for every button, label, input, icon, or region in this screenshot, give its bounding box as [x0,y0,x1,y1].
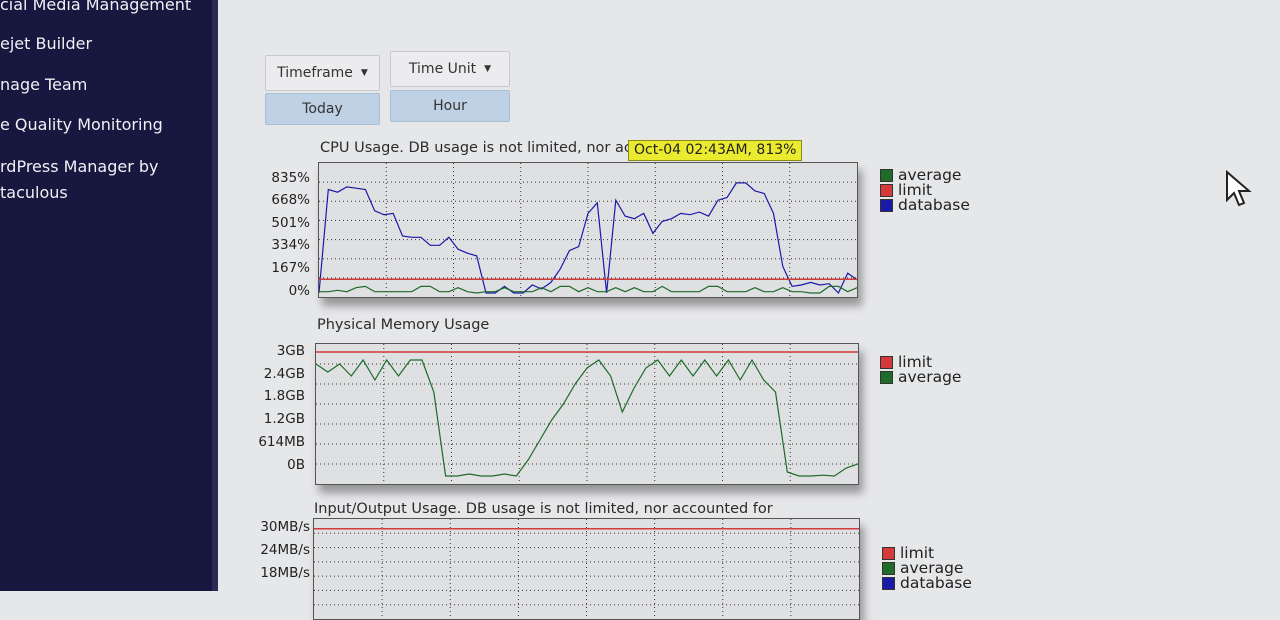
y-tick-label: 835% [271,170,310,186]
time-unit-dropdown[interactable]: Time Unit ▼ [390,51,510,87]
y-tick-label: 501% [271,215,310,231]
chart-title: Physical Memory Usage [317,317,490,333]
y-tick-label: 2.4GB [263,366,305,382]
legend-item-average: average [880,368,962,386]
hour-button[interactable]: Hour [390,90,510,122]
legend-swatch [880,371,893,384]
sidebar-item-softaculous: taculous [0,183,68,202]
timeframe-label: Timeframe [277,65,353,81]
legend-swatch [880,356,893,369]
today-button[interactable]: Today [265,93,380,125]
y-tick-label: 30MB/s [260,519,310,535]
chart-legend: limit average database [882,545,972,592]
y-tick-label: 614MB [258,434,305,450]
legend-swatch [880,169,893,182]
y-tick-label: 1.2GB [263,411,305,427]
y-tick-label: 3GB [276,343,305,359]
legend-label: database [900,574,972,592]
timeframe-dropdown[interactable]: Timeframe ▼ [265,55,380,91]
y-tick-label: 18MB/s [260,565,310,581]
sidebar-item-wordpress-manager[interactable]: rdPress Manager by [0,154,159,180]
legend-swatch [882,547,895,560]
chart-title: Input/Output Usage. DB usage is not limi… [314,501,773,517]
legend-label: database [898,196,970,214]
y-tick-label: 0% [288,283,310,299]
chart-legend: limit average [880,354,962,386]
mouse-cursor-icon [1226,170,1252,207]
series-average-line [316,358,858,477]
legend-swatch [880,199,893,212]
chart-plot-area [318,162,858,298]
sidebar: cial Media Management ejet Builder nage … [0,0,218,591]
chart-plot-area [315,343,859,485]
legend-swatch [880,184,893,197]
legend-label: average [898,368,962,386]
sidebar-item-manage-team[interactable]: nage Team [0,72,87,98]
caret-down-icon: ▼ [484,64,492,74]
y-tick-label: 0B [287,457,305,473]
sidebar-item-quality-monitoring[interactable]: e Quality Monitoring [0,112,163,138]
caret-down-icon: ▼ [360,68,368,78]
sidebar-item-social-media[interactable]: cial Media Management [0,0,191,18]
y-tick-label: 668% [271,192,310,208]
time-unit-label: Time Unit [408,61,477,77]
legend-item-database: database [880,196,970,214]
chart-plot-area [313,518,860,620]
y-tick-label: 167% [271,260,310,276]
series-average-line [319,285,857,294]
chart-tooltip: Oct-04 02:43AM, 813% [628,140,803,161]
legend-swatch [882,577,895,590]
y-tick-label: 24MB/s [260,542,310,558]
legend-swatch [882,562,895,575]
sidebar-item-sitebuilder[interactable]: ejet Builder [0,31,92,57]
chart-legend: average limit database [880,167,970,214]
legend-item-database: database [882,574,972,592]
y-tick-label: 1.8GB [263,388,305,404]
y-tick-label: 334% [271,237,310,253]
